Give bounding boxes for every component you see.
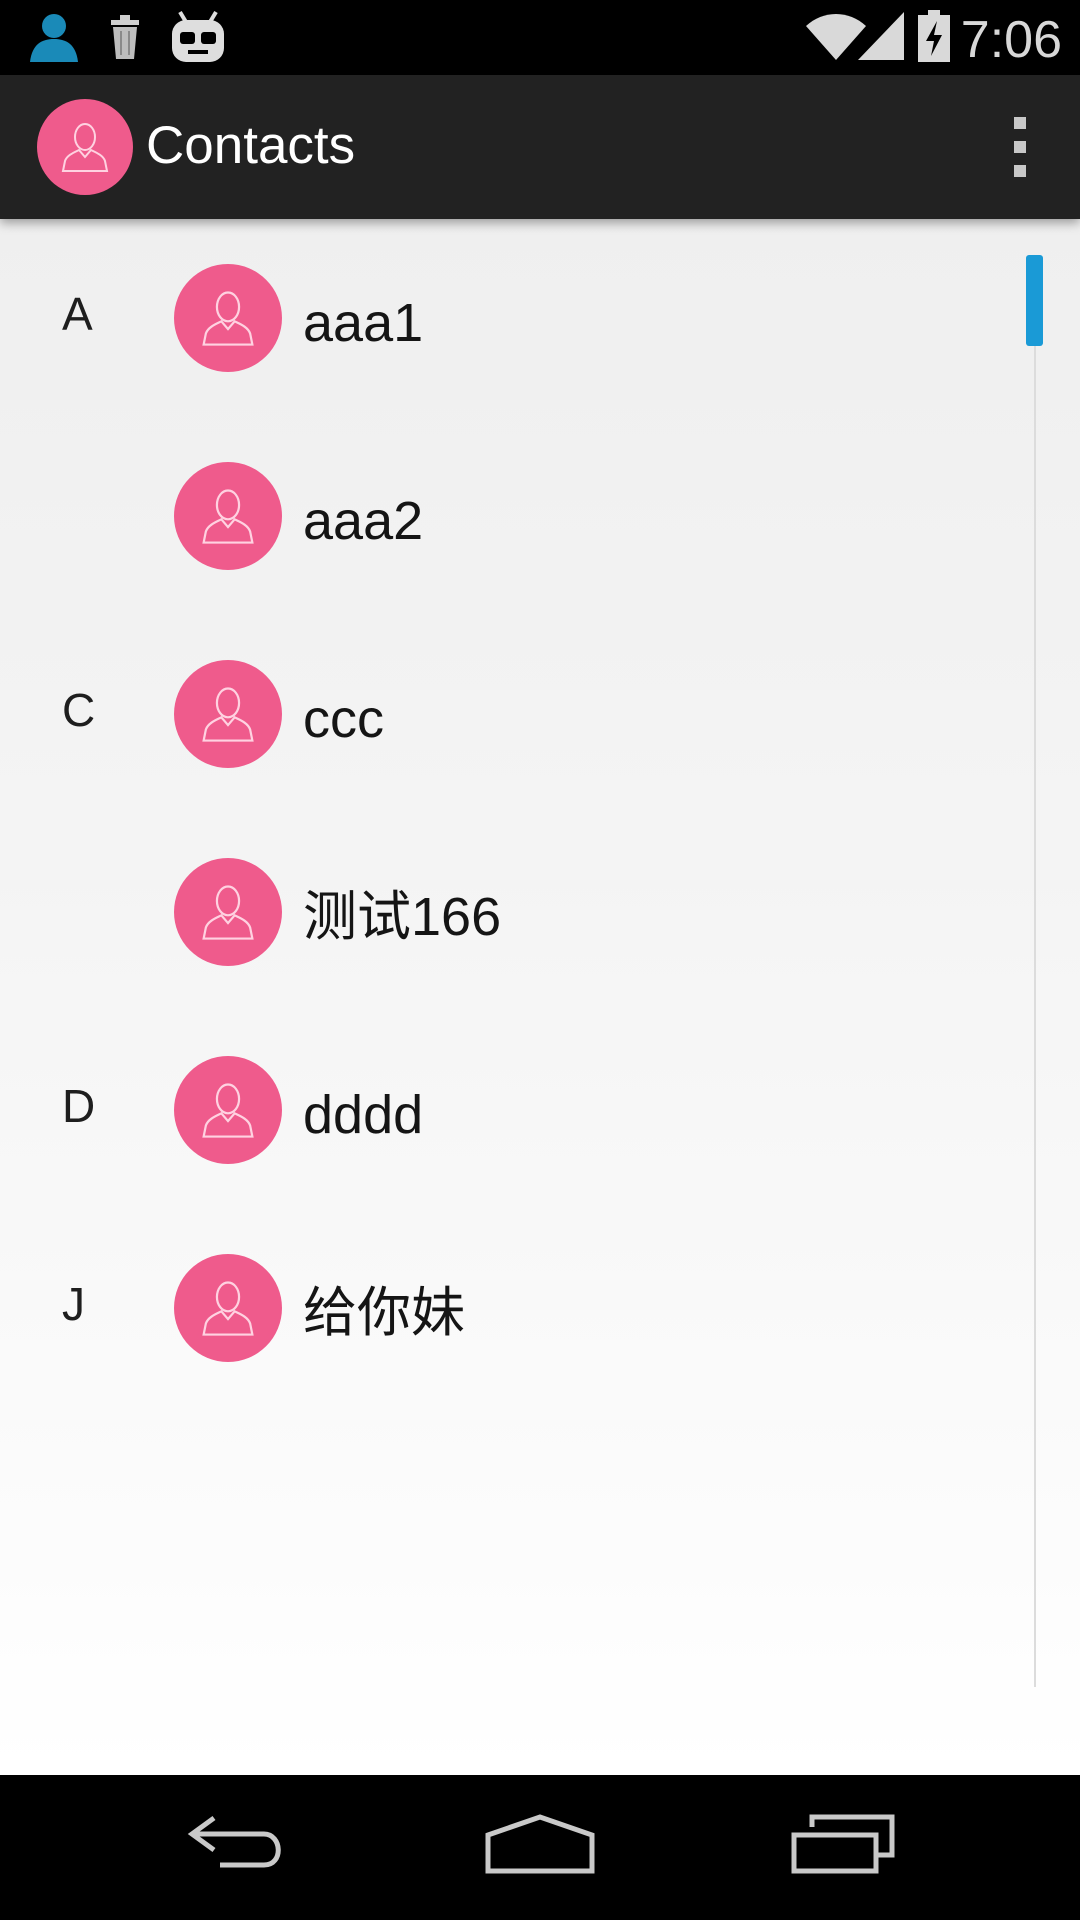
contact-avatar-icon [174,462,282,570]
wifi-icon [806,12,866,65]
contact-avatar-icon[interactable] [37,99,133,195]
overflow-menu-icon[interactable] [1000,111,1040,183]
scrollbar-thumb[interactable] [1026,255,1043,346]
section-header: C [62,684,96,736]
contact-row[interactable]: J 给你妹 [0,1209,1030,1407]
contact-row[interactable]: A aaa1 [0,219,1030,417]
section-header: J [62,1278,85,1330]
battery-charging-icon [918,10,950,67]
person-notification-icon [26,10,82,67]
recents-icon[interactable] [790,1813,896,1880]
status-bar: 7:06 [0,0,1080,75]
section-header: A [62,288,93,340]
section-header: D [62,1080,96,1132]
contact-name: 给你妹 [303,1283,465,1343]
cell-signal-icon [858,12,904,65]
scrollbar-track[interactable] [1034,255,1036,1687]
action-bar: Contacts [0,75,1080,219]
contact-name: aaa2 [303,491,424,551]
trash-notification-icon [108,14,142,65]
back-icon[interactable] [186,1813,290,1878]
contact-row[interactable]: D dddd [0,1011,1030,1209]
home-icon[interactable] [484,1813,596,1880]
navigation-bar [0,1775,1080,1920]
contact-avatar-icon [174,264,282,372]
contact-name: aaa1 [303,293,424,353]
contact-name: ccc [303,689,384,749]
contact-name: dddd [303,1085,424,1145]
contact-name: 测试166 [303,887,502,947]
contact-avatar-icon [174,1254,282,1362]
clock: 7:06 [960,11,1062,69]
screen: 7:06 Contacts A aaa1 aaa2 C ccc 测试166 D … [0,0,1080,1920]
contact-row[interactable]: C ccc [0,615,1030,813]
page-title: Contacts [146,116,356,175]
contact-list[interactable]: A aaa1 aaa2 C ccc 测试166 D dddd J 给你妹 [0,219,1080,1775]
cyanogenmod-icon [170,8,226,69]
contact-avatar-icon [174,858,282,966]
contact-avatar-icon [174,660,282,768]
contact-avatar-icon [174,1056,282,1164]
contact-row[interactable]: 测试166 [0,813,1030,1011]
contact-row[interactable]: aaa2 [0,417,1030,615]
